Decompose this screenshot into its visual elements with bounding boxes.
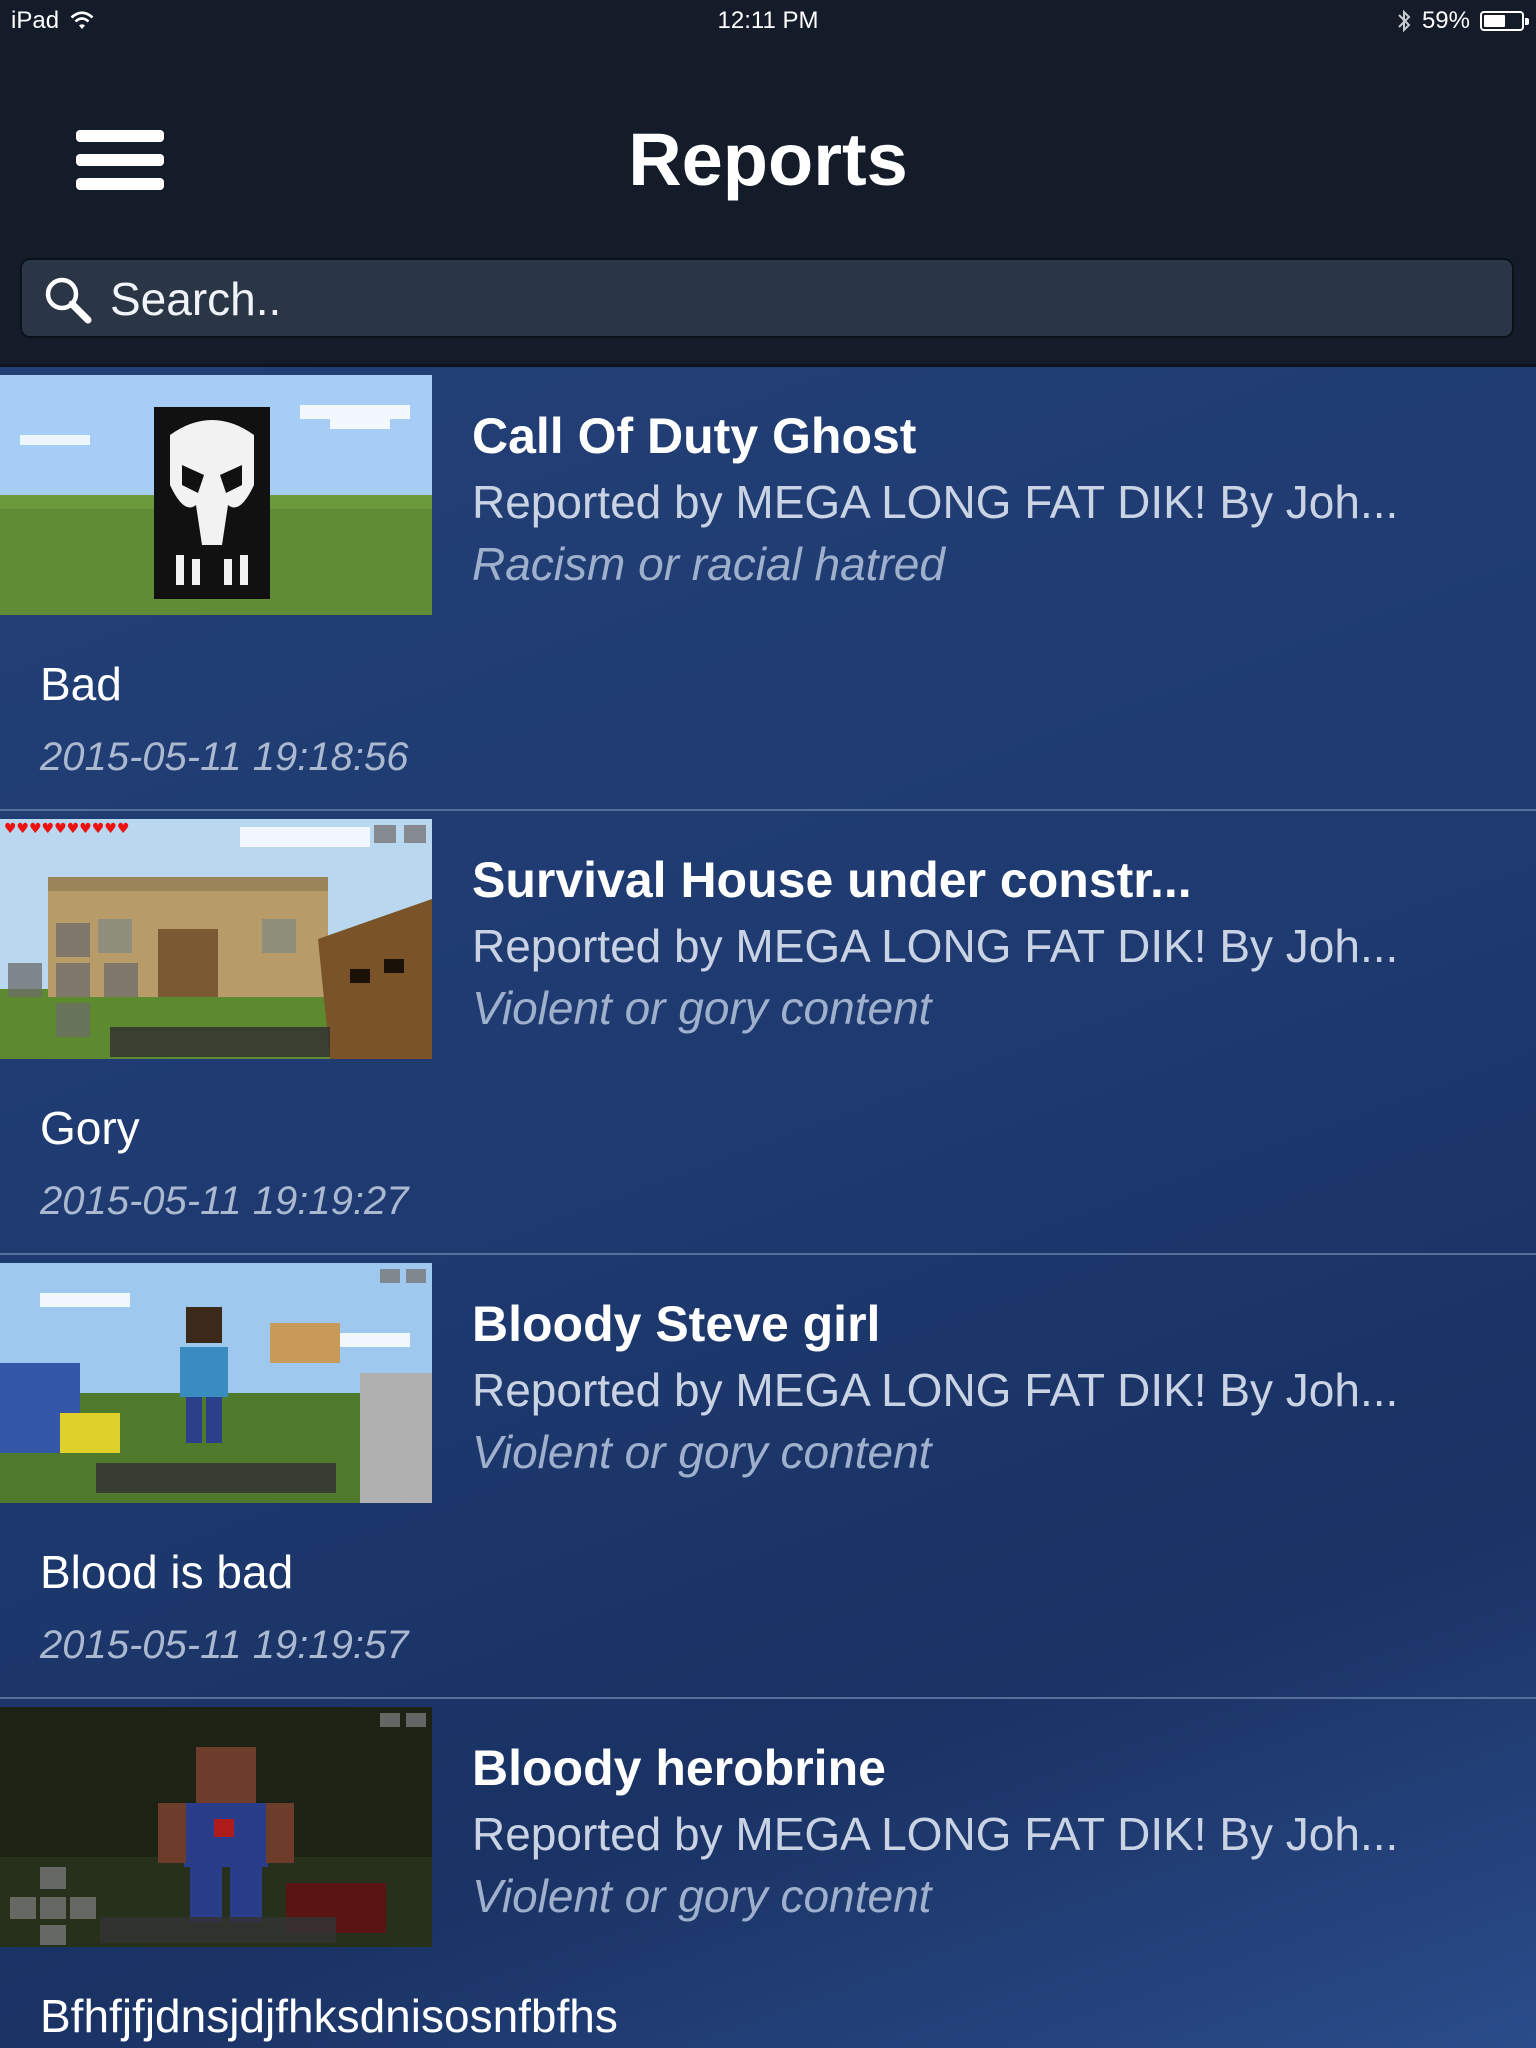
report-title: Call Of Duty Ghost: [472, 408, 917, 464]
report-title: Survival House under constr...: [472, 852, 1192, 908]
search-bar[interactable]: [20, 258, 1514, 338]
report-reporter: Reported by MEGA LONG FAT DIK! By Joh...: [472, 920, 1399, 972]
reports-screen: iPad 12:11 PM 59% Reports Search.. Call …: [0, 0, 1536, 2048]
report-reporter: Reported by MEGA LONG FAT DIK! By Joh...: [472, 1808, 1399, 1860]
reports-list: Call Of Duty Ghost Reported by MEGA LONG…: [0, 364, 1536, 2048]
search-input[interactable]: [108, 266, 1492, 332]
report-reporter: Reported by MEGA LONG FAT DIK! By Joh...: [472, 476, 1399, 528]
page-title: Reports: [628, 118, 908, 201]
report-date: 2015-05-11 19:19:57: [40, 1623, 409, 1667]
report-title: Bloody Steve girl: [472, 1296, 881, 1352]
battery-nub: [1525, 18, 1529, 25]
search-icon: [45, 277, 92, 324]
battery-percent: 59%: [1421, 7, 1470, 34]
bluetooth-icon: [1398, 9, 1411, 33]
report-reason: Violent or gory content: [472, 1426, 932, 1478]
report-row[interactable]: Bloody herobrine Reported by MEGA LONG F…: [0, 1699, 1536, 2048]
report-title: Bloody herobrine: [472, 1740, 886, 1796]
report-row[interactable]: Call Of Duty Ghost Reported by MEGA LONG…: [0, 367, 1536, 811]
report-comment: Bfhfjfjdnsjdjfhksdnisosnfbfhs: [40, 1990, 618, 2042]
battery-icon: [1480, 11, 1529, 31]
report-thumbnail: [0, 1707, 432, 1947]
report-reporter: Reported by MEGA LONG FAT DIK! By Joh...: [472, 1364, 1399, 1416]
navigation-bar: Reports: [0, 42, 1536, 242]
svg-text:♥♥♥♥♥♥♥♥♥♥: ♥♥♥♥♥♥♥♥♥♥: [4, 821, 130, 837]
battery-fill: [1484, 15, 1506, 27]
status-bar: iPad 12:11 PM 59%: [0, 0, 1536, 42]
report-comment: Gory: [40, 1102, 140, 1154]
status-right: 59%: [1396, 7, 1529, 35]
report-date: 2015-05-11 19:19:27: [40, 1179, 409, 1223]
report-comment: Bad: [40, 658, 122, 710]
report-reason: Violent or gory content: [472, 982, 932, 1034]
report-thumbnail: [0, 1263, 432, 1503]
report-reason: Violent or gory content: [472, 1870, 932, 1922]
report-row[interactable]: ♥♥♥♥♥♥♥♥♥♥ Survival House under constr..…: [0, 811, 1536, 1255]
report-date: 2015-05-11 19:18:56: [40, 735, 409, 779]
report-thumbnail: [0, 375, 432, 615]
report-thumbnail: ♥♥♥♥♥♥♥♥♥♥: [0, 819, 432, 1059]
report-reason: Racism or racial hatred: [472, 538, 945, 590]
report-comment: Blood is bad: [40, 1546, 294, 1598]
status-time: 12:11 PM: [717, 7, 819, 34]
report-row[interactable]: Bloody Steve girl Reported by MEGA LONG …: [0, 1255, 1536, 1699]
